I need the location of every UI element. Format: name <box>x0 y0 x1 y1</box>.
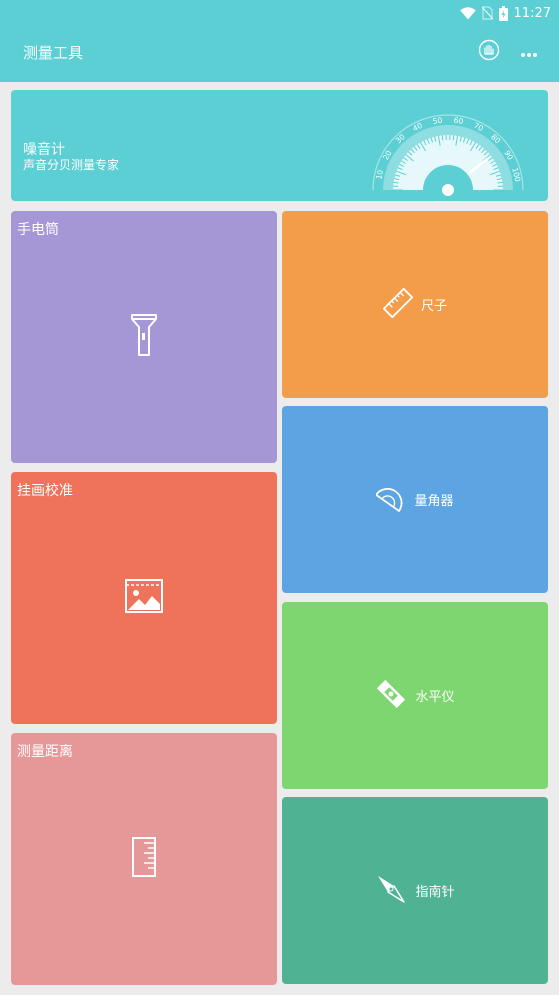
wifi-icon <box>459 6 476 20</box>
app-bar: 11:27 测量工具 <box>0 0 559 82</box>
gauge-tick <box>441 135 444 141</box>
distance-tile[interactable]: 测量距离 <box>11 733 277 985</box>
measure-ruler-icon <box>132 837 156 881</box>
level-label: 水平仪 <box>415 690 455 705</box>
picture-icon <box>125 579 163 617</box>
picture-calibration-tile[interactable]: 挂画校准 <box>11 472 277 724</box>
gauge-label: 50 <box>432 116 443 126</box>
no-sim-icon <box>481 6 493 20</box>
status-bar: 11:27 <box>459 2 551 24</box>
protractor-tile[interactable]: 量角器 <box>282 406 548 593</box>
gauge-label: 10 <box>374 169 385 180</box>
level-icon <box>375 678 407 714</box>
gauge-tick <box>497 181 503 184</box>
ruler-label: 尺子 <box>420 299 447 314</box>
compass-icon <box>375 873 407 909</box>
gauge-icon: 1020304050 60708090100 <box>372 114 524 196</box>
gauge-tick <box>452 135 455 141</box>
noise-meter-subtitle: 声音分贝测量专家 <box>23 158 120 172</box>
gauge-tick <box>393 181 399 184</box>
ruler-icon <box>382 287 414 322</box>
noise-meter-banner[interactable]: 噪音计 声音分贝测量专家 10 20 30 40 50 60 70 80 90 100 <box>11 90 548 201</box>
protractor-label: 量角器 <box>414 494 454 509</box>
compass-tile[interactable]: 指南针 <box>282 797 548 984</box>
flashlight-icon <box>129 313 159 361</box>
more-button[interactable] <box>517 40 541 64</box>
ruler-tile[interactable]: 尺子 <box>282 211 548 398</box>
battery-icon <box>498 5 508 21</box>
gauge-label: 60 <box>453 116 464 126</box>
more-icon <box>520 43 538 62</box>
hand-icon <box>478 39 500 65</box>
page-title: 测量工具 <box>23 44 84 62</box>
compass-label: 指南针 <box>415 885 455 900</box>
protractor-icon <box>375 484 406 516</box>
level-tile[interactable]: 水平仪 <box>282 602 548 789</box>
hand-button[interactable] <box>477 39 501 65</box>
status-time: 11:27 <box>513 5 551 21</box>
flashlight-tile[interactable]: 手电筒 <box>11 211 277 463</box>
